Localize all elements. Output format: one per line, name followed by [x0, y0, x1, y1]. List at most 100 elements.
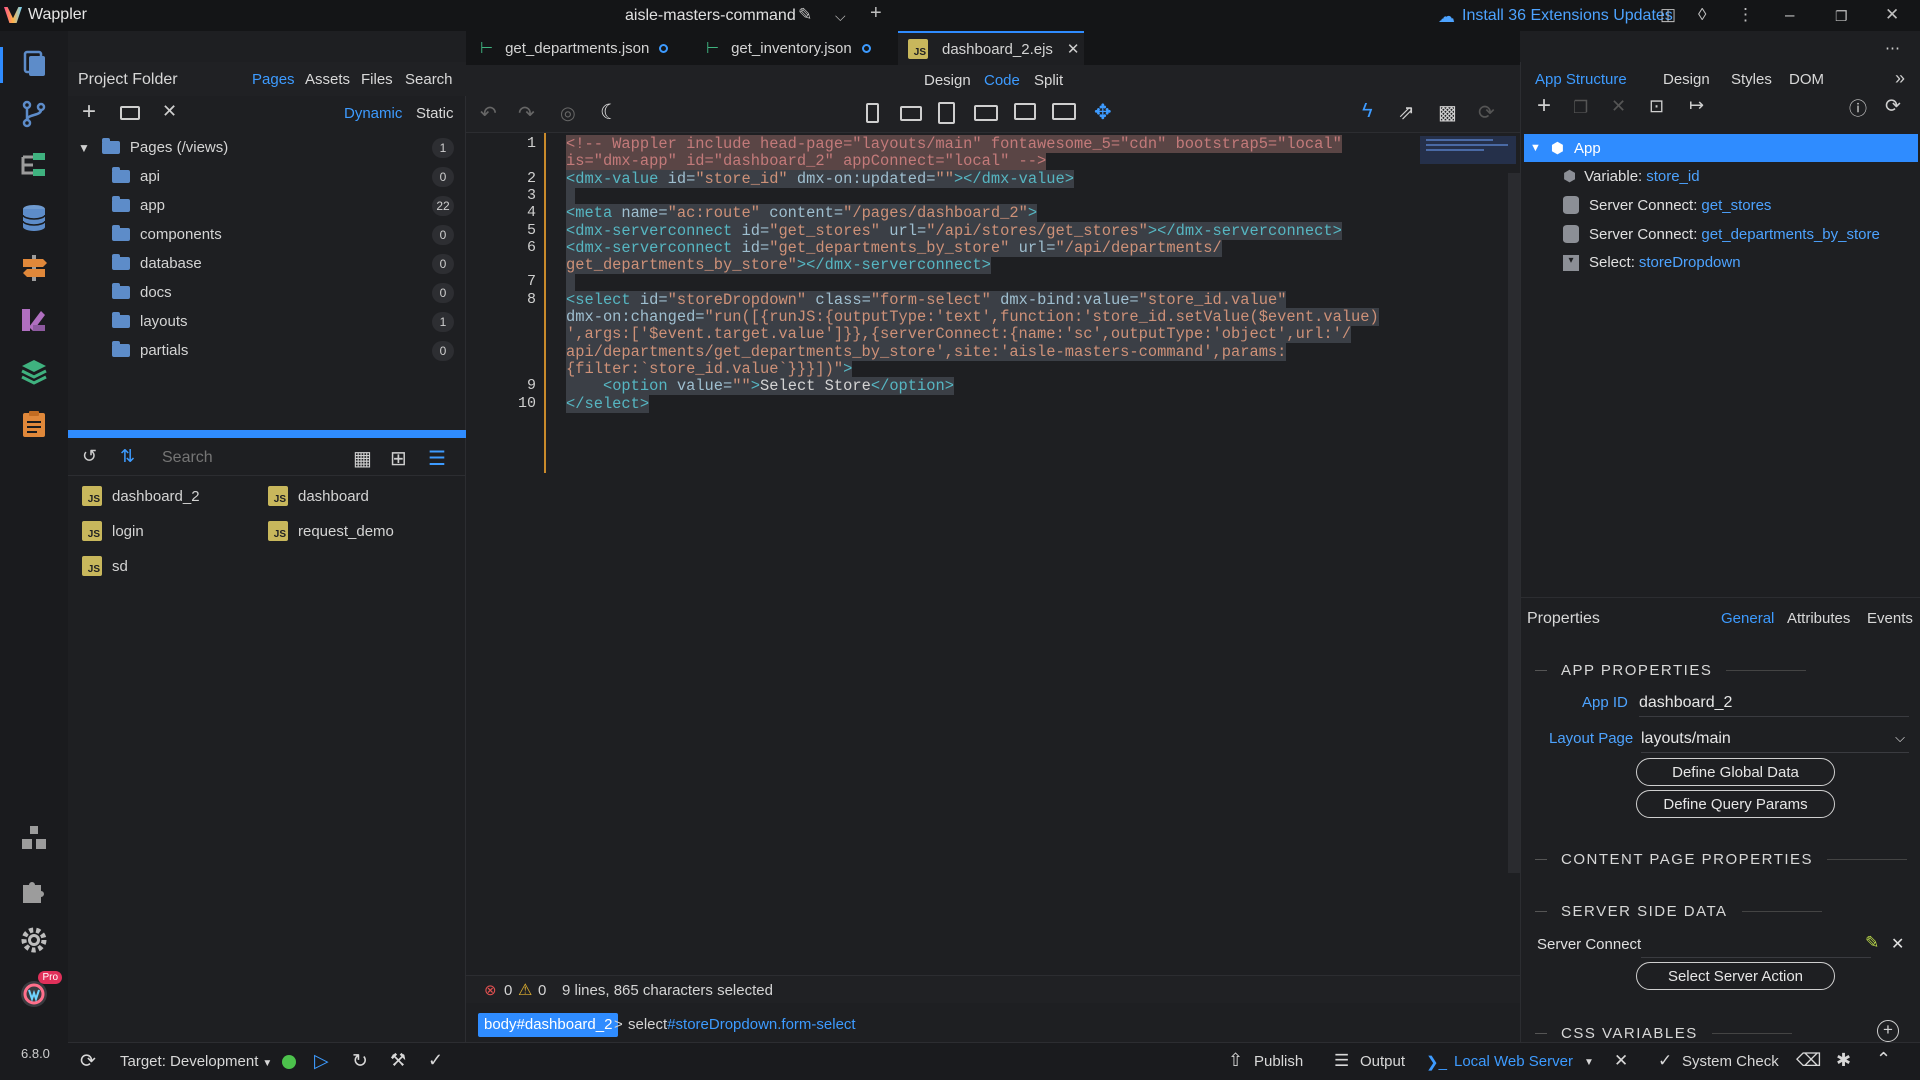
- code-line[interactable]: <option value="">Select Store</option>: [566, 377, 954, 396]
- publish-icon[interactable]: ⇧: [1228, 1050, 1243, 1071]
- close-tab-icon[interactable]: ✕: [1067, 40, 1080, 58]
- file-dashboard[interactable]: JS dashboard: [268, 486, 369, 506]
- tab-dashboard-2[interactable]: JS dashboard_2.ejs ✕: [898, 31, 1084, 65]
- remove-icon[interactable]: ✕: [1611, 96, 1626, 117]
- section-app-properties[interactable]: APP PROPERTIES: [1535, 662, 1806, 679]
- extensions-updates-link[interactable]: Install 36 Extensions Updates: [1462, 7, 1673, 25]
- local-web-server-button[interactable]: Local Web Server: [1454, 1053, 1573, 1070]
- output-icon[interactable]: ☰: [1334, 1051, 1349, 1071]
- structure-node-get-stores[interactable]: Server Connect: get_stores: [1563, 196, 1771, 214]
- build-hammer-icon[interactable]: ⚒: [390, 1050, 406, 1071]
- close-terminal-icon[interactable]: ✕: [1614, 1051, 1628, 1071]
- tab-styles[interactable]: Styles: [1731, 71, 1772, 88]
- device-laptop-icon[interactable]: [974, 105, 998, 121]
- tab-pages[interactable]: Pages: [252, 71, 295, 88]
- dark-mode-icon[interactable]: ☾: [600, 100, 619, 125]
- chevron-down-icon[interactable]: ▼: [262, 1058, 272, 1069]
- edit-icon[interactable]: ✎: [798, 5, 812, 25]
- tree-folder-layouts[interactable]: layouts 1: [68, 307, 466, 336]
- tab-design[interactable]: Design: [1663, 71, 1710, 88]
- code-minimap[interactable]: [1420, 136, 1516, 164]
- terminal-icon[interactable]: ❯_: [1426, 1053, 1447, 1071]
- edit-pencil-icon[interactable]: ✎: [1865, 933, 1879, 953]
- structure-node-select[interactable]: ▾ Select: storeDropdown: [1563, 254, 1741, 271]
- tab-events[interactable]: Events: [1867, 610, 1913, 627]
- delete-icon[interactable]: ✕: [162, 101, 177, 122]
- chevron-down-icon[interactable]: ▼: [1584, 1057, 1594, 1068]
- section-css-variables[interactable]: CSS VARIABLES: [1535, 1025, 1792, 1042]
- code-line[interactable]: {filter:`store_id.value`}}}])">: [566, 359, 853, 378]
- device-tablet-icon[interactable]: [938, 102, 955, 124]
- more-vertical-icon[interactable]: ⋮: [1737, 5, 1754, 25]
- code-line[interactable]: <meta name="ac:route" content="/pages/da…: [566, 204, 1038, 223]
- restore-icon[interactable]: ❐: [1835, 8, 1848, 25]
- device-phone-landscape-icon[interactable]: [900, 106, 922, 121]
- account-avatar[interactable]: Pro: [16, 971, 62, 1011]
- app-id-field[interactable]: dashboard_2: [1639, 694, 1909, 717]
- chevron-down-icon[interactable]: ▼: [1530, 142, 1541, 154]
- add-css-variable-icon[interactable]: +: [1877, 1020, 1899, 1042]
- collapse-panel-icon[interactable]: »: [1895, 68, 1905, 89]
- sort-icon[interactable]: ⇅: [120, 446, 135, 467]
- screenshot-icon[interactable]: ◎: [560, 103, 576, 124]
- redo-icon[interactable]: ↷: [518, 101, 535, 126]
- quick-action-bolt-icon[interactable]: ϟ: [1362, 100, 1373, 123]
- new-folder-icon[interactable]: [120, 106, 140, 120]
- refresh-structure-icon[interactable]: ⟳: [1885, 95, 1901, 118]
- select-server-action-button[interactable]: Select Server Action: [1636, 962, 1835, 990]
- tree-folder-app[interactable]: app 22: [68, 191, 466, 220]
- define-global-data-button[interactable]: Define Global Data: [1636, 758, 1835, 786]
- code-line[interactable]: <select id="storeDropdown" class="form-s…: [566, 290, 1287, 309]
- system-check-button[interactable]: System Check: [1682, 1053, 1779, 1070]
- tab-get-departments[interactable]: ⊢ get_departments.json: [480, 31, 690, 65]
- code-line[interactable]: <!-- Wappler include head-page="layouts/…: [566, 135, 1342, 153]
- undo-icon[interactable]: ↶: [480, 101, 497, 126]
- tab-dom[interactable]: DOM: [1789, 71, 1824, 88]
- tree-folder-partials[interactable]: partials 0: [68, 336, 466, 365]
- files-search-input[interactable]: [156, 446, 346, 470]
- minimize-icon[interactable]: –: [1785, 5, 1794, 25]
- debug-bug-icon[interactable]: ✱: [1836, 1050, 1851, 1071]
- view-code[interactable]: Code: [984, 72, 1020, 89]
- tree-folder-components[interactable]: components 0: [68, 220, 466, 249]
- device-desktop-icon[interactable]: [1014, 103, 1036, 120]
- breadcrumb-select[interactable]: select#storeDropdown.form-select: [628, 1016, 856, 1033]
- tree-folder-api[interactable]: api 0: [68, 162, 466, 191]
- device-phone-icon[interactable]: [866, 103, 879, 123]
- mode-static[interactable]: Static: [416, 105, 454, 122]
- list-view-icon[interactable]: ☰: [428, 446, 446, 471]
- components-icon[interactable]: [16, 821, 52, 855]
- move-in-icon[interactable]: ↦: [1689, 95, 1704, 116]
- code-line[interactable]: <dmx-serverconnect id="get_departments_b…: [566, 238, 1222, 257]
- section-content-page-properties[interactable]: CONTENT PAGE PROPERTIES: [1535, 851, 1907, 868]
- design-icon[interactable]: [16, 303, 52, 337]
- code-line[interactable]: dmx-on:changed="run([{runJS:{outputType:…: [566, 308, 1379, 326]
- layout-toggle-icon[interactable]: ◫: [1660, 5, 1676, 25]
- small-grid-view-icon[interactable]: ⊞: [390, 446, 407, 471]
- code-editor[interactable]: 1 2 3 4 5 6 7 8 9 10 <!-- Wappler include head-pa…: [466, 133, 1520, 975]
- eraser-icon[interactable]: ⌫: [1796, 1050, 1821, 1071]
- target-selector[interactable]: Target: Development ▼: [120, 1053, 272, 1070]
- warning-icon[interactable]: ⚠: [518, 980, 532, 1000]
- code-line[interactable]: <dmx-value id="store_id" dmx-on:updated=…: [566, 169, 1075, 188]
- check-icon[interactable]: ✓: [1658, 1051, 1672, 1071]
- sync-icon[interactable]: ⟳: [80, 1050, 96, 1073]
- settings-gear-icon[interactable]: [16, 923, 52, 957]
- mode-dynamic[interactable]: Dynamic: [344, 105, 402, 122]
- code-line[interactable]: get_departments_by_store"></dmx-serverco…: [566, 256, 991, 275]
- code-line[interactable]: </select>: [566, 394, 650, 413]
- wrap-icon[interactable]: ⊡: [1649, 96, 1664, 117]
- code-line[interactable]: is="dmx-app" id="dashboard_2" appConnect…: [566, 152, 1047, 171]
- define-query-params-button[interactable]: Define Query Params: [1636, 790, 1835, 818]
- qr-code-icon[interactable]: ▩: [1438, 100, 1457, 125]
- code-line[interactable]: ',args:['$event.target.value']}},{server…: [566, 325, 1352, 344]
- file-sd[interactable]: JS sd: [82, 556, 128, 576]
- tab-get-inventory[interactable]: ⊢ get_inventory.json: [706, 31, 916, 65]
- help-icon[interactable]: ⓘ: [1849, 95, 1867, 121]
- structure-node-variable[interactable]: ⬢ Variable: store_id: [1563, 167, 1700, 186]
- add-page-icon[interactable]: +: [82, 98, 96, 126]
- breadcrumb-body[interactable]: body#dashboard_2: [478, 1013, 619, 1037]
- code-line[interactable]: api/departments/get_departments_by_store…: [566, 342, 1287, 361]
- git-icon[interactable]: [16, 97, 52, 131]
- run-play-icon[interactable]: ▷: [314, 1050, 329, 1073]
